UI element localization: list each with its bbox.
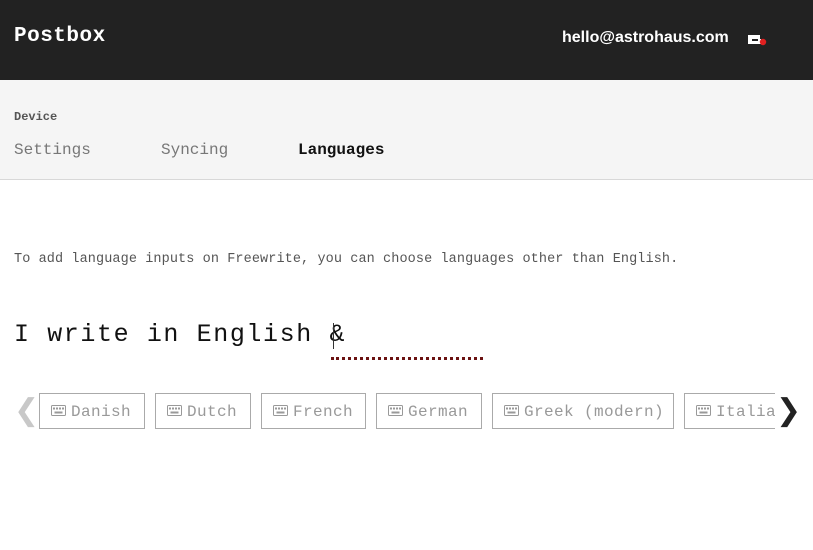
- keyboard-icon: [504, 405, 519, 416]
- language-chip-greek-modern[interactable]: Greek (modern): [492, 393, 674, 429]
- language-carousel: Danish Dutch French German Greek (modern…: [39, 393, 775, 430]
- language-chip-label: Greek (modern): [524, 403, 665, 421]
- tab-settings[interactable]: Settings: [14, 141, 91, 159]
- sentence-prefix: I write in English &: [14, 320, 347, 349]
- language-chip-label: French: [293, 403, 354, 421]
- keyboard-icon: [696, 405, 711, 416]
- tab-syncing[interactable]: Syncing: [161, 141, 228, 159]
- language-chip-label: Dutch: [187, 403, 238, 421]
- keyboard-icon: [51, 405, 66, 416]
- tab-languages[interactable]: Languages: [298, 141, 384, 159]
- account-email[interactable]: hello@astrohaus.com: [562, 29, 729, 47]
- keyboard-icon: [167, 405, 182, 416]
- keyboard-icon: [388, 405, 403, 416]
- intro-text: To add language inputs on Freewrite, you…: [14, 252, 679, 267]
- language-chip-german[interactable]: German: [376, 393, 482, 429]
- language-chip-dutch[interactable]: Dutch: [155, 393, 251, 429]
- language-chip-italian[interactable]: Italian: [684, 393, 775, 429]
- top-bar: Postbox hello@astrohaus.com: [0, 0, 813, 80]
- device-subnav: Device Settings Syncing Languages: [0, 80, 813, 180]
- keyboard-icon: [273, 405, 288, 416]
- section-label: Device: [14, 110, 58, 124]
- inbox-tray-icon: [748, 35, 767, 46]
- language-input[interactable]: [331, 320, 483, 360]
- language-chip-label: German: [408, 403, 469, 421]
- language-chip-label: Italian: [716, 403, 775, 421]
- brand-logo[interactable]: Postbox: [14, 25, 106, 48]
- inbox-button[interactable]: [745, 30, 769, 50]
- chevron-left-icon[interactable]: ❮: [14, 394, 39, 428]
- language-chip-danish[interactable]: Danish: [39, 393, 145, 429]
- language-chip-label: Danish: [71, 403, 132, 421]
- chevron-right-icon[interactable]: ❯: [776, 394, 801, 428]
- notification-dot: [759, 38, 767, 46]
- text-caret: [333, 323, 334, 349]
- language-chip-french[interactable]: French: [261, 393, 366, 429]
